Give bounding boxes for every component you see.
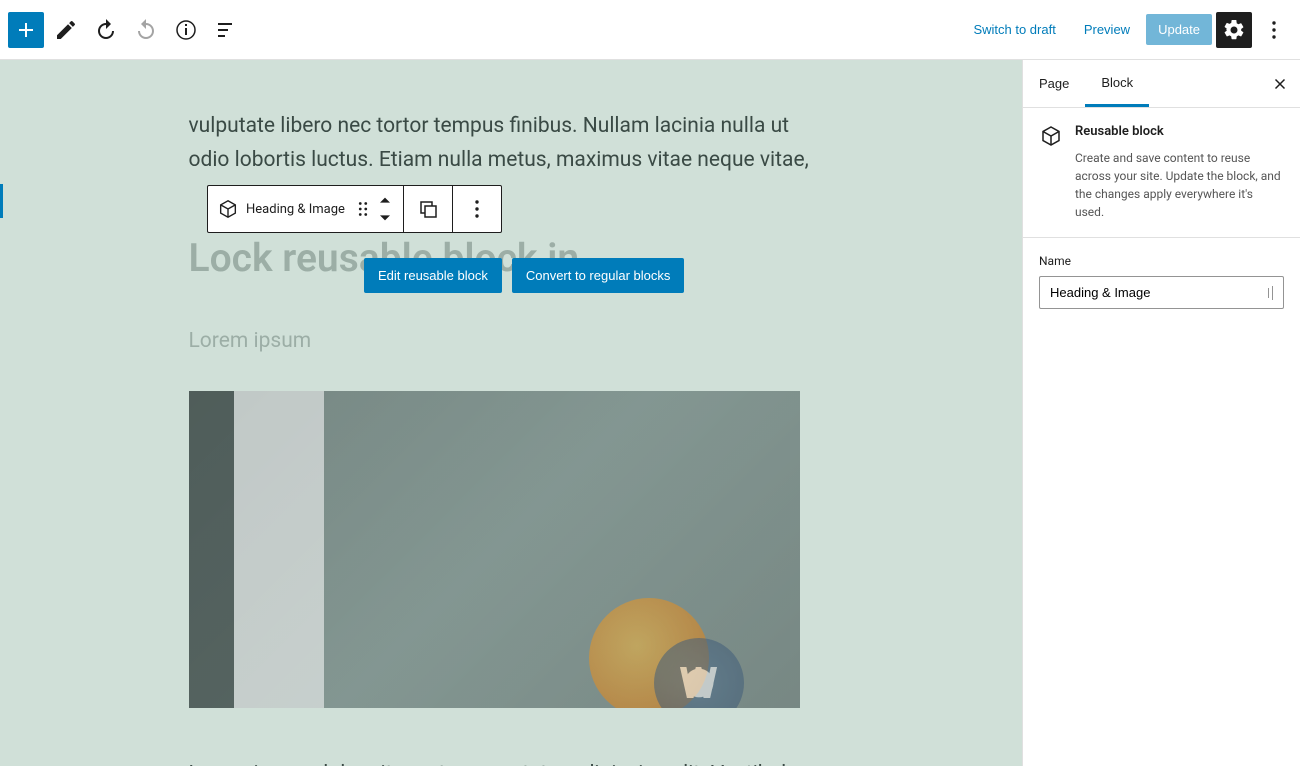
toolbar-left [8,12,244,48]
top-toolbar: Switch to draft Preview Update [0,0,1300,60]
redo-button[interactable] [128,12,164,48]
block-info-panel: Reusable block Create and save content t… [1023,108,1300,238]
reusable-block-icon [216,197,240,221]
caption-text: Lorem ipsum [189,329,834,353]
details-button[interactable] [168,12,204,48]
outline-button[interactable] [208,12,244,48]
block-type-label: Heading & Image [240,202,351,217]
name-field-input[interactable] [1039,276,1284,309]
reusable-block-selected[interactable]: Lock reusable block in… Lorem ipsum W [189,235,834,708]
reusable-block-icon [1039,124,1063,148]
toolbar-right: Switch to draft Preview Update [961,12,1292,48]
preview-button[interactable]: Preview [1072,14,1142,45]
move-up-button[interactable] [375,193,395,209]
drag-handle-icon[interactable] [351,197,375,221]
block-options-button[interactable] [461,191,493,227]
panel-title: Reusable block [1075,124,1284,139]
editor-canvas[interactable]: vulputate libero nec tortor tempus finib… [0,60,1022,766]
move-down-button[interactable] [375,209,395,225]
copy-button[interactable] [412,191,444,227]
settings-button[interactable] [1216,12,1252,48]
paragraph-block[interactable]: Lorem ipsum dolor sit amet, consectetur … [189,758,834,766]
settings-sidebar: Page Block Reusable block Create and sav… [1022,60,1300,766]
update-button[interactable]: Update [1146,14,1212,45]
edit-reusable-block-button[interactable]: Edit reusable block [364,258,502,293]
name-field-label: Name [1039,254,1284,268]
edit-mode-button[interactable] [48,12,84,48]
block-toolbar: Heading & Image [207,185,502,233]
close-sidebar-button[interactable] [1260,60,1300,107]
panel-description: Create and save content to reuse across … [1075,149,1284,221]
switch-to-draft-button[interactable]: Switch to draft [961,14,1067,45]
tab-page[interactable]: Page [1023,60,1085,107]
sidebar-tabs: Page Block [1023,60,1300,108]
block-options-popover: Edit reusable block Convert to regular b… [364,258,684,293]
insert-block-button[interactable] [8,12,44,48]
undo-button[interactable] [88,12,124,48]
image-block: W [189,391,800,708]
tab-block[interactable]: Block [1085,60,1149,107]
paragraph-block[interactable]: vulputate libero nec tortor tempus finib… [189,110,834,177]
selection-indicator [0,184,3,218]
convert-to-regular-button[interactable]: Convert to regular blocks [512,258,685,293]
more-options-button[interactable] [1256,12,1292,48]
